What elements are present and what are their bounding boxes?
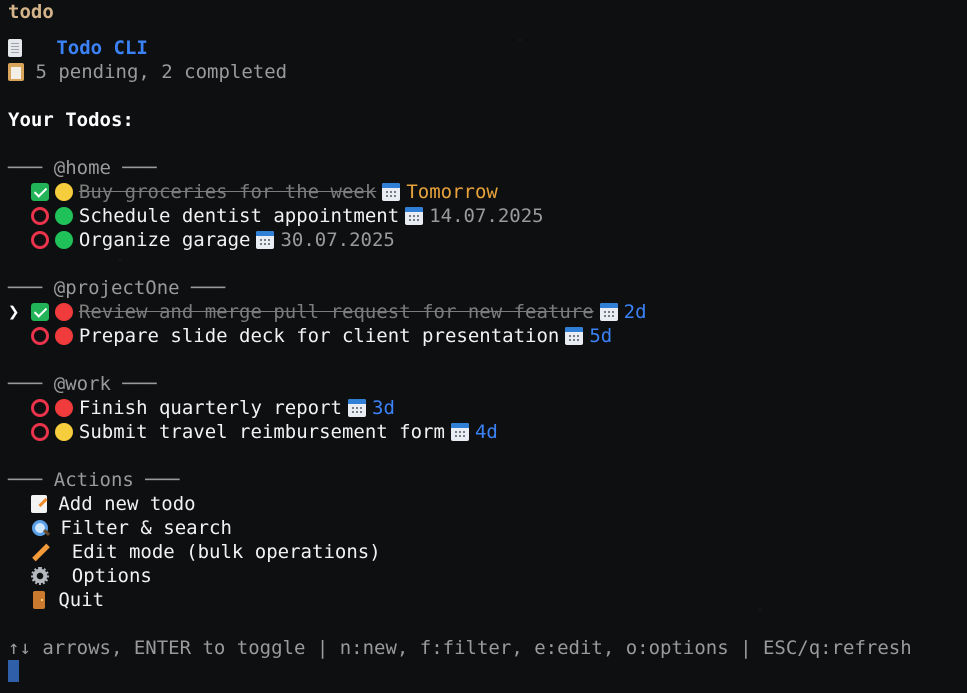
checked-icon[interactable]: [30, 183, 49, 201]
group-header-home: ─── @home ───: [8, 157, 157, 179]
unchecked-circle-icon[interactable]: [30, 423, 49, 441]
todo-item[interactable]: Finish quarterly report 3d: [8, 396, 395, 420]
calendar-icon: [382, 183, 401, 201]
todos-heading: Your Todos:: [8, 109, 134, 131]
calendar-icon: [256, 231, 275, 249]
todo-text: Buy groceries for the week: [78, 181, 377, 203]
todo-item[interactable]: Prepare slide deck for client presentati…: [8, 324, 612, 348]
todo-due: 3d: [372, 397, 395, 419]
document-icon: [8, 39, 22, 57]
unchecked-circle-icon[interactable]: [30, 399, 49, 417]
clipboard-icon: [8, 63, 24, 81]
calendar-icon: [599, 303, 618, 321]
door-icon: [32, 591, 45, 609]
todo-due: Tomorrow: [406, 181, 498, 203]
help-footer: ↑↓ arrows, ENTER to toggle | n:new, f:fi…: [8, 637, 912, 659]
pencil-icon: [31, 543, 49, 561]
action-label: Edit mode (bulk operations): [60, 541, 381, 563]
todo-text: Review and merge pull request for new fe…: [78, 301, 594, 323]
todo-due: 5d: [589, 325, 613, 347]
action-label: Add new todo: [58, 493, 196, 515]
action-options[interactable]: Options: [8, 564, 152, 588]
action-filter-search[interactable]: Filter & search: [8, 516, 232, 540]
action-label: Filter & search: [60, 517, 232, 539]
action-add-todo[interactable]: Add new todo: [8, 492, 196, 516]
todo-text: Finish quarterly report: [78, 397, 342, 419]
todo-item[interactable]: Buy groceries for the week Tomorrow: [8, 180, 498, 204]
todo-item[interactable]: Schedule dentist appointment 14.07.2025: [8, 204, 544, 228]
actions-header: ─── Actions ───: [8, 469, 180, 491]
todo-due: 14.07.2025: [429, 205, 544, 227]
todo-item[interactable]: Organize garage 30.07.2025: [8, 228, 395, 252]
action-label: Quit: [58, 589, 105, 611]
app-header: Todo CLI: [8, 36, 148, 60]
priority-red-icon: [54, 327, 73, 345]
magnifier-icon: [31, 519, 49, 537]
todo-item[interactable]: Submit travel reimbursement form 4d: [8, 420, 498, 444]
todo-due: 30.07.2025: [280, 229, 395, 251]
terminal-cursor: [8, 660, 19, 682]
calendar-icon: [565, 327, 584, 345]
calendar-icon: [405, 207, 424, 225]
todo-text: Prepare slide deck for client presentati…: [78, 325, 560, 347]
todo-item-selected[interactable]: ❯ Review and merge pull request for new …: [8, 300, 647, 324]
action-quit[interactable]: Quit: [8, 588, 104, 612]
action-label: Options: [60, 565, 152, 587]
calendar-icon: [450, 423, 469, 441]
memo-icon: [30, 495, 47, 513]
selection-cursor: ❯: [8, 301, 20, 323]
terminal-window: todo Todo CLI 5 pending, 2 completed You…: [0, 0, 967, 693]
gear-icon: [30, 567, 49, 585]
todo-text: Organize garage: [78, 229, 251, 251]
group-header-work: ─── @work ───: [8, 373, 157, 395]
action-edit-mode[interactable]: Edit mode (bulk operations): [8, 540, 381, 564]
todo-text: Submit travel reimbursement form: [78, 421, 445, 443]
window-title: todo: [8, 1, 54, 23]
unchecked-circle-icon[interactable]: [30, 327, 49, 345]
calendar-icon: [348, 399, 366, 417]
priority-yellow-icon: [54, 423, 73, 441]
priority-red-icon: [54, 303, 73, 321]
checked-icon[interactable]: [30, 303, 49, 321]
priority-green-icon: [54, 231, 73, 249]
unchecked-circle-icon[interactable]: [30, 231, 49, 249]
priority-red-icon: [54, 399, 73, 417]
summary-text: 5 pending, 2 completed: [35, 61, 288, 83]
group-header-projectone: ─── @projectOne ───: [8, 277, 226, 299]
priority-yellow-icon: [54, 183, 73, 201]
todo-due: 2d: [623, 301, 647, 323]
unchecked-circle-icon[interactable]: [30, 207, 49, 225]
app-title: Todo CLI: [56, 37, 148, 59]
summary-line: 5 pending, 2 completed: [8, 60, 287, 84]
todo-due: 4d: [474, 421, 498, 443]
todo-text: Schedule dentist appointment: [78, 205, 400, 227]
priority-green-icon: [54, 207, 73, 225]
